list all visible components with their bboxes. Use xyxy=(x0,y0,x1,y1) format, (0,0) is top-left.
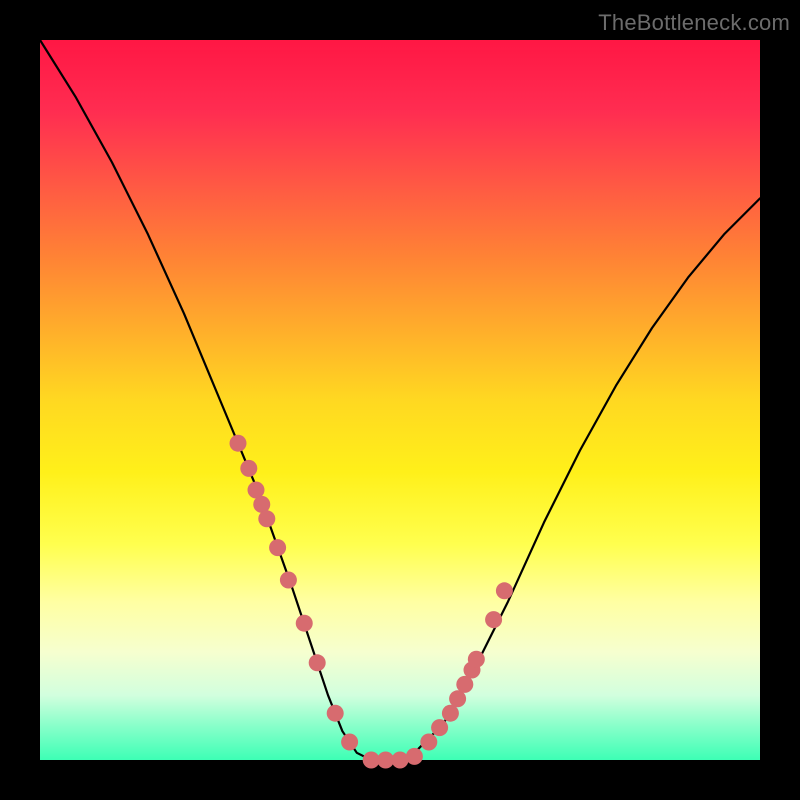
plot-area xyxy=(40,40,760,760)
chart-svg xyxy=(40,40,760,760)
marker-dot xyxy=(230,435,247,452)
marker-dot xyxy=(296,615,313,632)
marker-dot xyxy=(341,734,358,751)
marker-dot xyxy=(442,705,459,722)
marker-dot xyxy=(280,572,297,589)
marker-dot xyxy=(485,611,502,628)
marker-dot xyxy=(258,510,275,527)
marker-dot xyxy=(269,539,286,556)
marker-dots xyxy=(230,435,513,769)
marker-dot xyxy=(468,651,485,668)
marker-dot xyxy=(406,748,423,765)
marker-dot xyxy=(449,690,466,707)
marker-dot xyxy=(431,719,448,736)
watermark-text: TheBottleneck.com xyxy=(598,10,790,36)
marker-dot xyxy=(420,734,437,751)
marker-dot xyxy=(240,460,257,477)
marker-dot xyxy=(392,752,409,769)
marker-dot xyxy=(327,705,344,722)
marker-dot xyxy=(456,676,473,693)
marker-dot xyxy=(309,654,326,671)
chart-container: TheBottleneck.com xyxy=(0,0,800,800)
bottleneck-curve xyxy=(40,40,760,760)
marker-dot xyxy=(496,582,513,599)
